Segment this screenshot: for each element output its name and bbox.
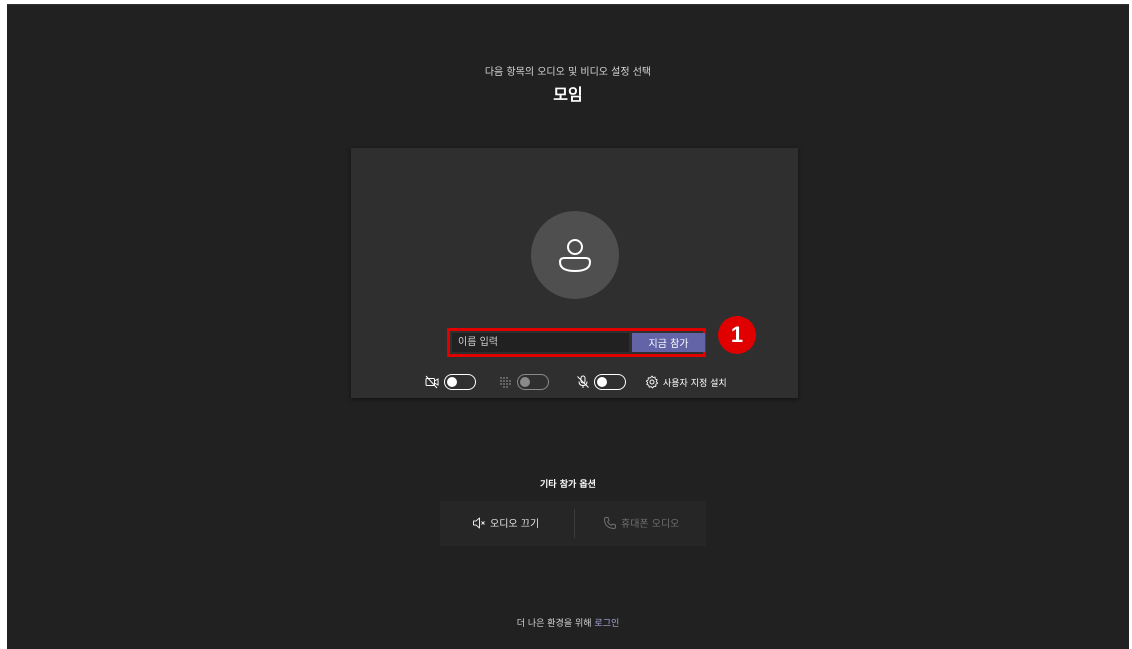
- avatar: [531, 211, 619, 299]
- phone-audio-button[interactable]: 휴대폰 오디오: [603, 515, 679, 530]
- camera-off-icon: [425, 375, 439, 389]
- background-blur-toggle[interactable]: [517, 374, 549, 390]
- sign-in-link[interactable]: 로그인: [594, 619, 619, 629]
- camera-toggle[interactable]: [444, 374, 476, 390]
- footer: 더 나은 환경을 위해 로그인: [7, 616, 1129, 629]
- person-icon: [558, 239, 592, 273]
- page-subtitle: 다음 항목의 오디오 및 비디오 설정 선택: [484, 67, 652, 78]
- mic-toggle[interactable]: [594, 374, 626, 390]
- other-join-options: 오디오 끄기 휴대폰 오디오: [440, 501, 706, 546]
- options-divider: [574, 509, 575, 538]
- page-title: 모임: [553, 85, 583, 104]
- background-blur-icon: [500, 377, 511, 388]
- name-input[interactable]: [452, 333, 629, 352]
- audio-off-button[interactable]: 오디오 끄기: [472, 515, 539, 530]
- other-join-options-title: 기타 참가 옵션: [540, 480, 596, 490]
- mic-off-icon: [577, 375, 589, 388]
- custom-settings-link[interactable]: 사용자 지정 설치: [663, 376, 727, 389]
- video-preview-card: 지금 참가: [351, 148, 798, 398]
- audio-off-label: 오디오 끄기: [490, 519, 540, 530]
- join-now-button[interactable]: 지금 참가: [632, 333, 705, 352]
- footer-text: 더 나은 환경을 위해: [516, 619, 592, 629]
- speaker-mute-icon: [473, 517, 485, 528]
- gear-icon[interactable]: [645, 375, 659, 389]
- phone-icon: [604, 516, 616, 529]
- teams-prejoin-screen: 다음 항목의 오디오 및 비디오 설정 선택 모임 지금 참가: [7, 4, 1129, 649]
- join-row-highlight: 지금 참가: [447, 328, 706, 357]
- phone-audio-label: 휴대폰 오디오: [621, 519, 680, 530]
- step-number-badge: 1: [718, 316, 756, 354]
- device-controls: 사용자 지정 설치: [351, 372, 798, 392]
